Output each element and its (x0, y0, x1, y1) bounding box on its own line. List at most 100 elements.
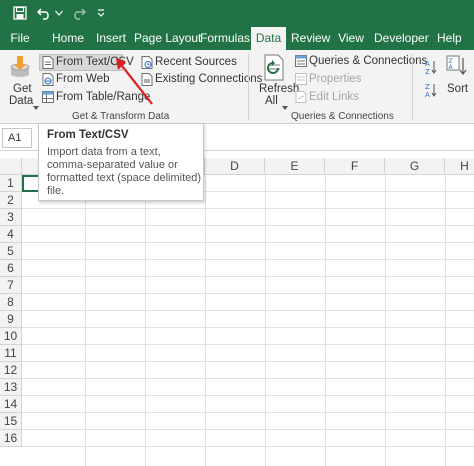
column-header-g[interactable]: G (385, 158, 445, 175)
row-header[interactable]: 5 (0, 243, 22, 260)
gridline (145, 175, 146, 466)
refresh-all-label-2[interactable]: All (265, 95, 278, 107)
sort-za-icon[interactable]: ZA (425, 82, 437, 101)
worksheet-grid[interactable]: D E F G H 1 2 3 4 5 6 7 8 9 10 11 12 13 … (0, 158, 474, 466)
gridline (22, 395, 474, 396)
from-web-button[interactable]: From Web (56, 73, 109, 85)
row-header[interactable]: 10 (0, 328, 22, 345)
column-header-d[interactable]: D (205, 158, 265, 175)
row-header[interactable]: 11 (0, 345, 22, 362)
tooltip-text: file. (47, 185, 65, 197)
gridline (265, 175, 266, 466)
gridline (22, 225, 474, 226)
sort-button[interactable]: Sort (447, 83, 468, 95)
gridline (22, 429, 474, 430)
tooltip-text: comma-separated value or (47, 159, 178, 171)
chevron-down-icon[interactable] (282, 99, 288, 113)
queries-connections-icon (295, 55, 307, 70)
existing-connections-button[interactable]: Existing Connections (155, 73, 262, 85)
gridline (22, 242, 474, 243)
edit-links-button[interactable]: Edit Links (309, 91, 359, 103)
tab-page-layout[interactable]: Page Layout (134, 27, 201, 50)
group-label-queries: Queries & Connections (291, 111, 394, 122)
existing-connections-icon (141, 73, 153, 89)
tab-data[interactable]: Data (251, 27, 286, 50)
row-header[interactable]: 13 (0, 379, 22, 396)
tab-developer[interactable]: Developer (374, 27, 429, 50)
svg-text:Z: Z (425, 83, 430, 91)
name-box[interactable]: A1 (2, 128, 32, 148)
gridline (445, 175, 446, 466)
select-all-corner[interactable] (0, 158, 22, 175)
group-label-get-transform: Get & Transform Data (72, 111, 170, 122)
tab-home[interactable]: Home (50, 27, 86, 50)
tooltip-text: formatted text (space delimited) (47, 172, 202, 184)
svg-text:A: A (425, 60, 430, 68)
chevron-down-icon[interactable] (33, 99, 39, 113)
row-header[interactable]: 8 (0, 294, 22, 311)
from-text-csv-tooltip: From Text/CSV Import data from a text, c… (38, 123, 204, 201)
row-header[interactable]: 2 (0, 192, 22, 209)
gridline (22, 361, 474, 362)
quick-access-toolbar (0, 0, 474, 27)
ribbon-separator (248, 54, 249, 120)
sort-dialog-icon[interactable]: ZA (446, 55, 468, 82)
ribbon-tab-bar: File Home Insert Page Layout Formulas Da… (0, 27, 474, 50)
gridline (22, 378, 474, 379)
properties-icon (295, 73, 307, 88)
properties-button[interactable]: Properties (309, 73, 361, 85)
gridline (85, 175, 86, 466)
gridline (22, 310, 474, 311)
tab-file[interactable]: File (6, 27, 34, 50)
tab-help[interactable]: Help (437, 27, 462, 50)
row-header[interactable]: 12 (0, 362, 22, 379)
get-data-label-2[interactable]: Data (9, 95, 33, 107)
ribbon-separator (412, 54, 413, 120)
tooltip-title: From Text/CSV (47, 129, 129, 141)
from-table-range-button[interactable]: From Table/Range (56, 91, 150, 103)
tab-formulas[interactable]: Formulas (200, 27, 250, 50)
sort-az-icon[interactable]: AZ (425, 59, 437, 78)
gridline (22, 327, 474, 328)
from-text-csv-button[interactable]: From Text/CSV (56, 56, 134, 68)
row-header[interactable]: 9 (0, 311, 22, 328)
row-header[interactable]: 15 (0, 413, 22, 430)
gridline (325, 175, 326, 466)
column-header-e[interactable]: E (265, 158, 325, 175)
row-header[interactable]: 14 (0, 396, 22, 413)
gridline (22, 293, 474, 294)
customize-quick-access-icon[interactable] (94, 4, 108, 22)
gridline (22, 446, 474, 447)
gridline (22, 344, 474, 345)
gridline (22, 208, 474, 209)
column-header-f[interactable]: F (325, 158, 385, 175)
row-header[interactable]: 7 (0, 277, 22, 294)
get-data-icon[interactable] (8, 54, 32, 85)
web-icon (42, 73, 54, 89)
gridline (22, 412, 474, 413)
recent-sources-button[interactable]: Recent Sources (155, 56, 237, 68)
redo-icon[interactable] (70, 4, 86, 22)
table-icon (42, 91, 54, 106)
column-header-h[interactable]: H (445, 158, 474, 175)
tab-review[interactable]: Review (291, 27, 330, 50)
ribbon: Get Data From Text/CSV From Web From Tab… (0, 50, 474, 124)
tab-view[interactable]: View (338, 27, 364, 50)
undo-icon[interactable] (36, 4, 52, 22)
chevron-down-icon[interactable] (54, 4, 64, 22)
gridline (385, 175, 386, 466)
row-header[interactable]: 16 (0, 430, 22, 447)
svg-text:Z: Z (425, 68, 430, 75)
get-data-label-1[interactable]: Get (13, 83, 32, 95)
row-header[interactable]: 1 (0, 175, 22, 192)
row-header[interactable]: 3 (0, 209, 22, 226)
queries-connections-button[interactable]: Queries & Connections (309, 55, 427, 67)
refresh-all-label-1[interactable]: Refresh (259, 83, 299, 95)
save-icon[interactable] (11, 4, 29, 22)
row-header[interactable]: 6 (0, 260, 22, 277)
row-header[interactable]: 4 (0, 226, 22, 243)
tab-insert[interactable]: Insert (94, 27, 128, 50)
refresh-all-icon[interactable] (262, 54, 288, 85)
gridline (205, 175, 206, 466)
gridline (22, 276, 474, 277)
